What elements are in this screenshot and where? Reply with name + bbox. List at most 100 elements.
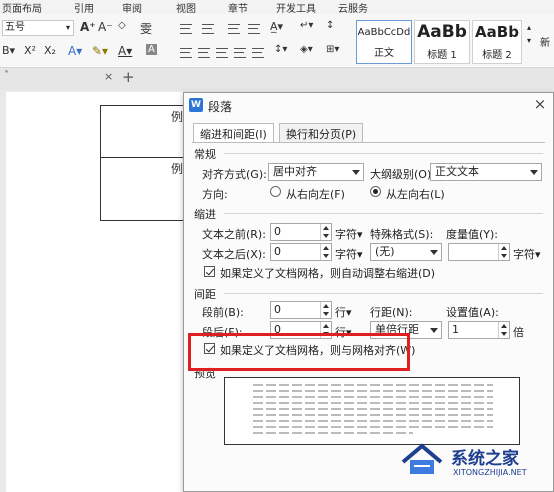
sort-icon[interactable]: ↕ [326,20,334,31]
style-heading-1-preview: AaBb [417,22,467,42]
close-button[interactable]: × [533,96,547,112]
tab-line-page-breaks[interactable]: 换行和分页(P) [279,123,364,142]
indent-before-input[interactable]: 0 [270,223,332,241]
style-heading-2[interactable]: AaBb 标题 2 [472,20,522,64]
number-list-icon[interactable] [202,24,214,34]
font-size-value: 五号 [5,22,25,33]
menu-references[interactable]: 引用 [74,0,94,15]
direction-label: 方向: [202,188,228,201]
menu-bar: 页面布局 引用 审阅 视图 章节 开发工具 云服务 [0,0,554,15]
style-normal[interactable]: AaBbCcDd 正文 [356,20,412,64]
chevron-down-icon [430,328,438,333]
char-shading-icon[interactable]: A [146,44,157,55]
measure-unit[interactable]: 字符▾ [513,246,541,262]
chevron-down-icon [430,250,438,255]
highlight-box [188,333,410,371]
style-scroll[interactable]: ▴ ▾ [524,20,534,64]
indent-before-value: 0 [274,225,281,238]
style-heading-1[interactable]: AaBb 标题 1 [414,20,470,64]
spinner-icon[interactable] [320,244,331,260]
line-spacing-icon[interactable]: ↕▾ [274,44,287,55]
dialog-title: 段落 [208,100,233,114]
preview-line [253,408,493,410]
line-spacing-label: 行距(N): [370,306,413,319]
preview-line [253,432,413,434]
text-effect-icon[interactable]: A▾ [68,44,82,58]
auto-indent-checkbox[interactable] [204,266,215,277]
new-style[interactable]: 新 [536,20,554,64]
superscript-icon[interactable]: X² [24,44,36,57]
section-divider [224,153,543,154]
menu-cloud[interactable]: 云服务 [338,0,368,15]
preview-line [253,426,493,428]
menu-page-layout[interactable]: 页面布局 [2,0,42,15]
new-tab-button[interactable]: + [122,68,135,86]
grow-font-icon[interactable]: A⁺ [80,20,96,34]
indent-after-input[interactable]: 0 [270,243,332,261]
chevron-down-icon: ▾ [526,36,531,45]
spinner-icon[interactable] [498,244,509,260]
font-case-icon[interactable]: A̲▾ [270,20,283,33]
spinner-icon[interactable] [498,322,509,338]
preview-line [253,384,493,386]
style-heading-2-label: 标题 2 [482,50,512,61]
outdent-icon[interactable] [228,24,240,34]
chevron-down-icon: ▾ [65,23,70,32]
special-format-value: (无) [375,245,395,258]
spinner-icon[interactable] [320,302,331,318]
menu-view[interactable]: 视图 [176,0,196,15]
special-format-select[interactable]: (无) [370,243,442,261]
distribute-icon[interactable] [252,48,264,58]
shrink-font-icon[interactable]: A⁻ [98,20,113,34]
align-center-icon[interactable] [198,48,210,58]
set-value-input[interactable]: 1 [448,321,510,339]
font-color-icon[interactable]: A▾ [118,44,132,58]
bullet-list-icon[interactable] [180,24,192,34]
set-value-unit: 倍 [513,326,524,339]
bold-icon[interactable]: B▾ [2,44,15,57]
align-label: 对齐方式(G): [202,168,267,181]
phonetic-icon[interactable]: 雯 [140,20,152,37]
border-icon[interactable]: ⊞▾ [326,44,339,55]
preview-line [253,390,493,392]
clear-format-icon[interactable]: ◇ [118,20,126,31]
font-size-select[interactable]: 五号 ▾ [2,20,74,36]
space-before-unit[interactable]: 行▾ [335,304,352,320]
indent-after-value: 0 [274,245,281,258]
indent-after-label: 文本之后(X): [202,248,266,261]
preview-line [253,414,493,416]
subscript-icon[interactable]: X₂ [44,44,56,57]
highlight-color-icon[interactable]: ✎▾ [92,44,108,58]
style-normal-preview: AaBbCcDd [357,27,411,38]
shading-icon[interactable]: ◈▾ [300,44,313,55]
indent-after-unit[interactable]: 字符▾ [335,246,363,262]
tab-indent-spacing[interactable]: 缩进和间距(I) [193,123,274,143]
style-heading-2-preview: AaBb [475,23,519,41]
menu-chapter[interactable]: 章节 [228,0,248,15]
spinner-icon[interactable] [320,224,331,240]
menu-review[interactable]: 审阅 [122,0,142,15]
indent-icon[interactable] [248,24,260,34]
justify-icon[interactable] [234,48,246,58]
rtl-radio[interactable] [270,186,281,197]
space-before-label: 段前(B): [202,306,244,319]
style-heading-1-label: 标题 1 [427,50,457,61]
tab-arrow-icon[interactable]: ˄ [4,70,9,81]
measure-input[interactable] [448,243,510,261]
space-before-input[interactable]: 0 [270,301,332,319]
watermark-url: XITONGZHIJIA.NET [453,468,527,477]
section-indent: 缩进 [194,208,216,221]
outline-label: 大纲级别(O): [370,168,435,181]
align-right-icon[interactable] [216,48,228,58]
show-marks-icon[interactable]: ↵▾ [300,20,313,31]
tab-close-icon[interactable]: × [104,70,113,83]
section-divider [224,213,543,214]
outline-select[interactable]: 正文文本 [430,163,542,181]
ltr-radio[interactable] [370,186,381,197]
ltr-label: 从左向右(L) [386,188,445,201]
indent-before-unit[interactable]: 字符▾ [335,226,363,242]
dialog-title-bar[interactable]: W 段落 × [184,93,553,117]
menu-developer[interactable]: 开发工具 [276,0,316,15]
align-select[interactable]: 居中对齐 [268,163,364,181]
align-left-icon[interactable] [180,48,192,58]
